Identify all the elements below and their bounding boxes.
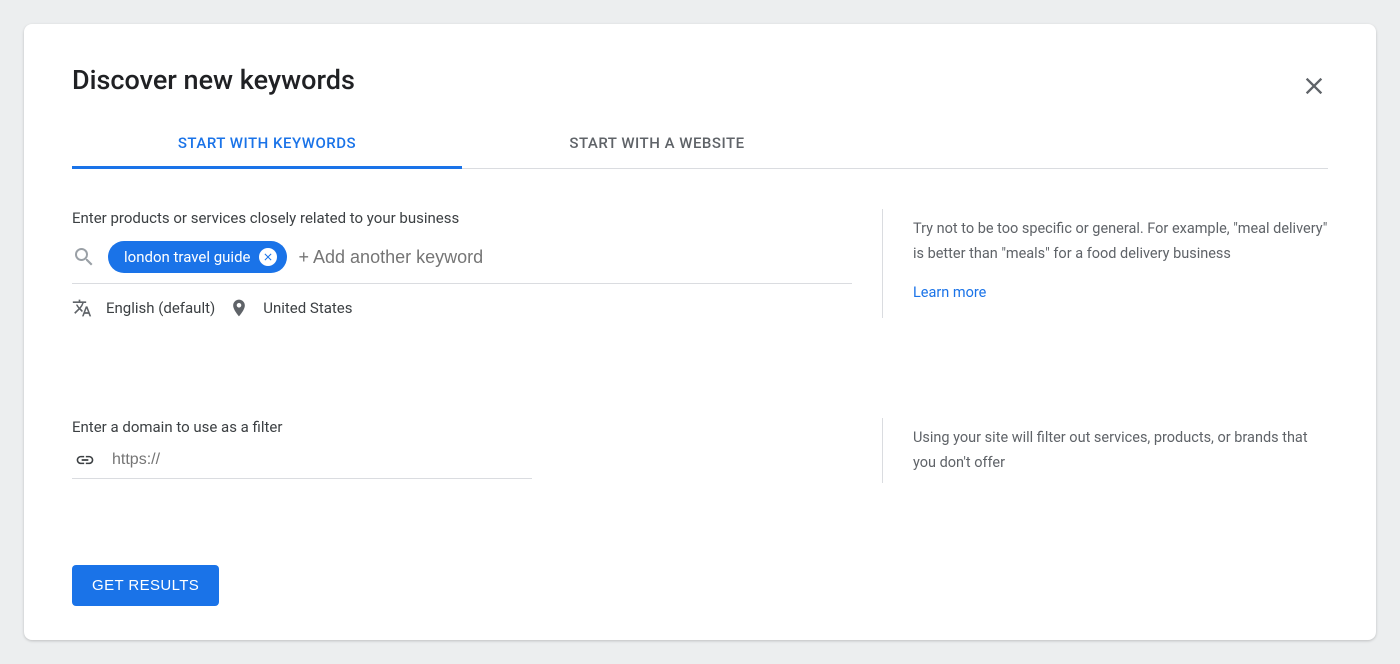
page-title: Discover new keywords	[72, 64, 1328, 96]
location-icon	[229, 298, 249, 318]
keyword-chip-label: london travel guide	[124, 248, 251, 266]
close-icon	[262, 251, 274, 263]
dialog-card: Discover new keywords START WITH KEYWORD…	[24, 24, 1376, 640]
tab-bar: START WITH KEYWORDS START WITH A WEBSITE	[72, 120, 1328, 169]
learn-more-link[interactable]: Learn more	[913, 284, 986, 301]
close-button[interactable]	[1300, 72, 1328, 100]
add-keyword-input[interactable]	[299, 247, 853, 268]
search-icon	[72, 245, 96, 269]
link-icon	[72, 450, 98, 470]
keywords-label: Enter products or services closely relat…	[72, 209, 852, 227]
keywords-input-row[interactable]: london travel guide	[72, 241, 852, 284]
domain-input[interactable]	[112, 451, 532, 469]
domain-input-row[interactable]	[72, 450, 532, 479]
keyword-chip-remove[interactable]	[259, 248, 277, 266]
domain-label: Enter a domain to use as a filter	[72, 418, 852, 436]
domain-help-text: Using your site will filter out services…	[913, 426, 1328, 475]
get-results-button[interactable]: GET RESULTS	[72, 565, 219, 606]
tab-website[interactable]: START WITH A WEBSITE	[462, 120, 852, 168]
language-selector[interactable]: English (default)	[106, 299, 215, 317]
keyword-chip[interactable]: london travel guide	[108, 241, 287, 273]
keywords-help-text: Try not to be too specific or general. F…	[913, 217, 1328, 266]
close-icon	[1300, 72, 1328, 100]
translate-icon	[72, 298, 92, 318]
tab-keywords[interactable]: START WITH KEYWORDS	[72, 120, 462, 169]
location-selector[interactable]: United States	[263, 299, 352, 317]
